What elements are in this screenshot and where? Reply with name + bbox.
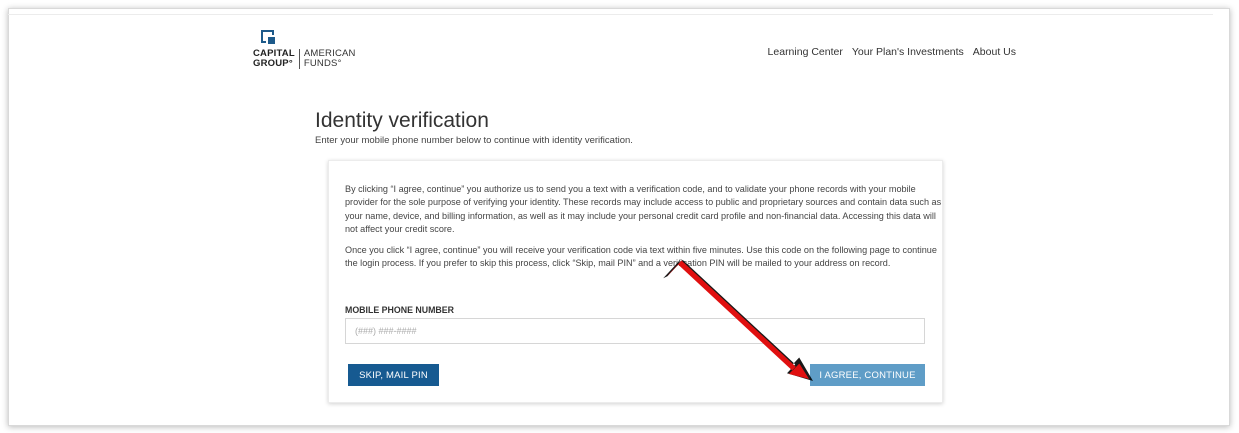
verification-card: By clicking “I agree, continue” you auth… [328, 160, 943, 403]
skip-mail-pin-button[interactable]: SKIP, MAIL PIN [348, 364, 439, 386]
phone-field-label: MOBILE PHONE NUMBER [345, 305, 454, 315]
mobile-phone-input[interactable] [345, 318, 925, 344]
top-navigation: Learning Center Your Plan's Investments … [768, 46, 1016, 58]
page-subtitle: Enter your mobile phone number below to … [315, 135, 633, 146]
agree-continue-button[interactable]: I AGREE, CONTINUE [810, 364, 925, 386]
nav-about-us[interactable]: About Us [973, 46, 1016, 58]
instructions-paragraph: Once you click “I agree, continue” you w… [345, 245, 937, 269]
header-divider [8, 14, 1213, 15]
capital-group-logo-icon [261, 30, 279, 47]
page-title: Identity verification [315, 109, 489, 132]
nav-learning-center[interactable]: Learning Center [768, 46, 843, 58]
logo-funds-text: FUNDS° [303, 58, 342, 69]
authorization-paragraph: By clicking “I agree, continue” you auth… [345, 184, 942, 234]
logo-wordmark: CAPITAL GROUP° AMERICAN FUNDS° [253, 49, 356, 69]
nav-plan-investments[interactable]: Your Plan's Investments [852, 46, 964, 58]
logo-group-text: GROUP° [253, 58, 293, 69]
capital-group-logo[interactable]: CAPITAL GROUP° AMERICAN FUNDS° [253, 30, 356, 69]
